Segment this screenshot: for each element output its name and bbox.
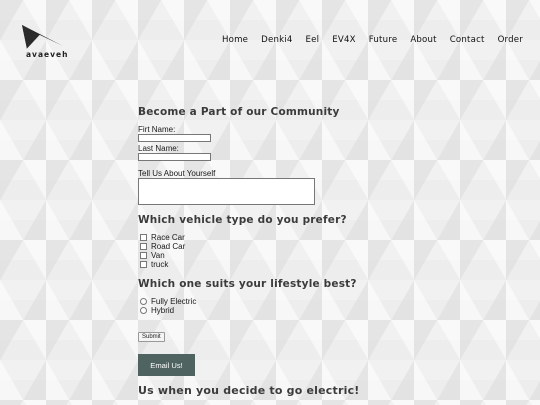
vehicle-options: Race Car Road Car Van truck xyxy=(138,233,398,269)
nav-link-ev4x[interactable]: EV4X xyxy=(332,35,355,45)
vehicle-option-van[interactable]: Van xyxy=(138,251,398,260)
nav-link-home[interactable]: Home xyxy=(222,35,248,45)
nav-link-denki4[interactable]: Denki4 xyxy=(261,35,292,45)
footer-cta-heading: Us when you decide to go electric! xyxy=(138,384,360,397)
option-label: Road Car xyxy=(151,242,186,251)
checkbox[interactable] xyxy=(140,252,147,259)
lifestyle-question: Which one suits your lifestyle best? xyxy=(138,278,357,290)
checkbox[interactable] xyxy=(140,243,147,250)
community-form: Become a Part of our Community Firt Name… xyxy=(138,104,398,397)
checkbox[interactable] xyxy=(140,261,147,268)
submit-button[interactable]: Submit xyxy=(138,332,165,342)
option-label: Race Car xyxy=(151,233,185,242)
option-label: Van xyxy=(151,251,165,260)
option-label: Fully Electric xyxy=(151,297,197,306)
vehicle-option-road-car[interactable]: Road Car xyxy=(138,242,398,251)
checkbox[interactable] xyxy=(140,234,147,241)
about-label: Tell Us About Yourself xyxy=(138,169,216,178)
nav-link-order[interactable]: Order xyxy=(498,35,523,45)
option-label: truck xyxy=(151,260,169,269)
nav-link-contact[interactable]: Contact xyxy=(450,35,485,45)
about-textarea[interactable] xyxy=(138,178,315,205)
logo-arrow-icon xyxy=(22,25,63,50)
main-navigation: Home Denki4 Eel EV4X Future About Contac… xyxy=(209,35,523,45)
nav-link-eel[interactable]: Eel xyxy=(306,35,320,45)
nav-link-about[interactable]: About xyxy=(410,35,436,45)
vehicle-option-race-car[interactable]: Race Car xyxy=(138,233,398,242)
lifestyle-option-fully-electric[interactable]: Fully Electric xyxy=(138,297,398,306)
lifestyle-options: Fully Electric Hybrid xyxy=(138,297,398,315)
first-name-label: Firt Name: xyxy=(138,125,176,134)
form-heading: Become a Part of our Community xyxy=(138,106,340,118)
vehicle-question: Which vehicle type do you prefer? xyxy=(138,214,347,226)
brand-wordmark: avaeveh xyxy=(26,50,69,59)
nav-link-future[interactable]: Future xyxy=(369,35,398,45)
email-us-button[interactable]: Email Us! xyxy=(138,354,195,376)
radio-button[interactable] xyxy=(140,298,147,305)
first-name-input[interactable] xyxy=(138,134,211,142)
last-name-label: Last Name: xyxy=(138,144,179,153)
lifestyle-option-hybrid[interactable]: Hybrid xyxy=(138,306,398,315)
last-name-input[interactable] xyxy=(138,153,211,161)
brand-logo[interactable]: avaeveh xyxy=(20,22,76,62)
radio-button[interactable] xyxy=(140,307,147,314)
option-label: Hybrid xyxy=(151,306,175,315)
vehicle-option-truck[interactable]: truck xyxy=(138,260,398,269)
